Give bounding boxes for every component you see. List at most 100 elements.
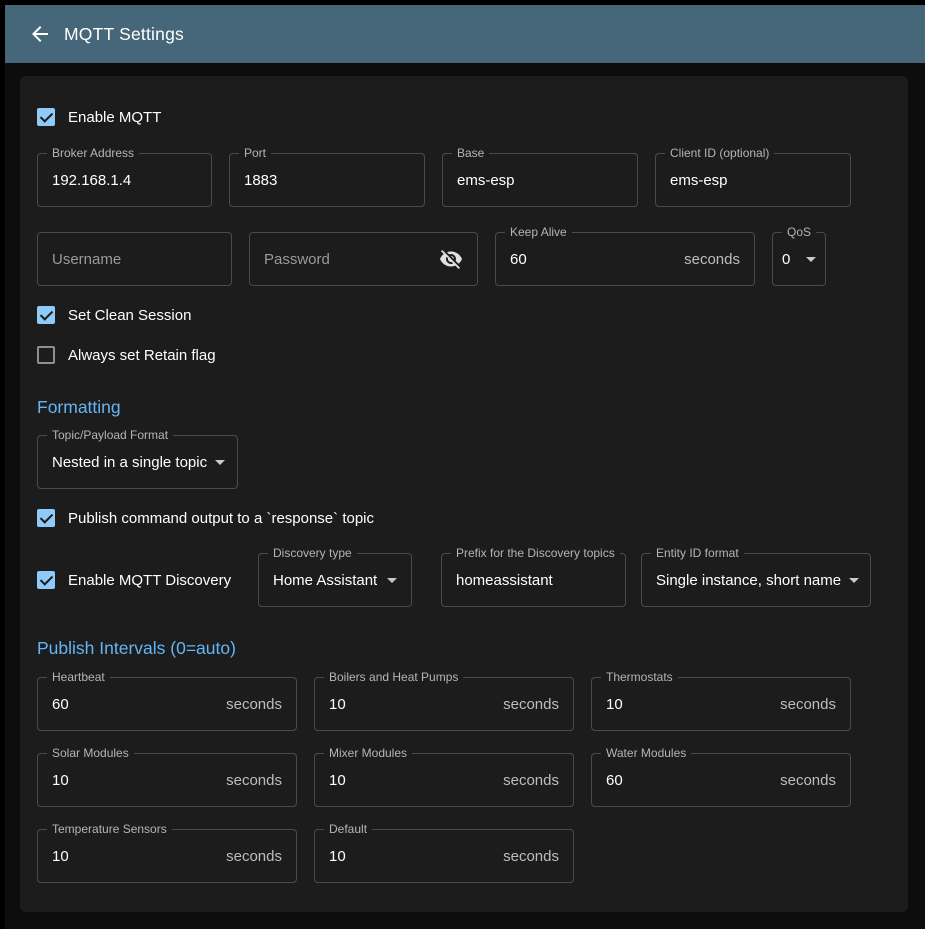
- broker-address-field[interactable]: Broker Address 192.168.1.4: [37, 153, 212, 207]
- select-value: 0: [782, 251, 798, 268]
- field-label: Port: [239, 145, 271, 162]
- discovery-row: Enable MQTT Discovery Discovery type Hom…: [37, 553, 888, 607]
- entity-id-format-select[interactable]: Entity ID format Single instance, short …: [641, 553, 871, 607]
- chevron-down-icon: [387, 578, 397, 583]
- username-placeholder: Username: [52, 251, 217, 268]
- enable-discovery-checkbox[interactable]: [37, 571, 55, 589]
- enable-mqtt-checkbox[interactable]: [37, 108, 55, 126]
- field-label: Heartbeat: [47, 669, 110, 686]
- port-field[interactable]: Port 1883: [229, 153, 425, 207]
- discovery-type-select[interactable]: Discovery type Home Assistant: [258, 553, 412, 607]
- publish-response-label: Publish command output to a `response` t…: [68, 510, 374, 527]
- field-unit: seconds: [226, 848, 282, 865]
- field-label: Broker Address: [47, 145, 139, 162]
- visibility-off-icon[interactable]: [439, 247, 463, 271]
- password-placeholder: Password: [264, 251, 439, 268]
- interval-field-boilers[interactable]: Boilers and Heat Pumps 10 seconds: [314, 677, 574, 731]
- select-value: Nested in a single topic: [52, 454, 207, 471]
- retain-flag-checkbox[interactable]: [37, 346, 55, 364]
- field-label: Boilers and Heat Pumps: [324, 669, 463, 686]
- field-label: Default: [324, 821, 372, 838]
- field-value: 10: [606, 696, 780, 713]
- topic-format-row: Topic/Payload Format Nested in a single …: [37, 435, 888, 489]
- interval-field-temperature-sensors[interactable]: Temperature Sensors 10 seconds: [37, 829, 297, 883]
- field-label: Topic/Payload Format: [47, 427, 173, 444]
- field-value: 60: [52, 696, 226, 713]
- publish-response-row: Publish command output to a `response` t…: [37, 508, 888, 528]
- field-value: 10: [329, 772, 503, 789]
- interval-field-default[interactable]: Default 10 seconds: [314, 829, 574, 883]
- field-value: 10: [329, 848, 503, 865]
- field-label: Client ID (optional): [665, 145, 774, 162]
- keep-alive-field[interactable]: Keep Alive 60 seconds: [495, 232, 755, 286]
- field-label: Thermostats: [601, 669, 678, 686]
- field-label: Keep Alive: [505, 224, 572, 241]
- back-arrow-icon[interactable]: [28, 22, 52, 46]
- field-unit: seconds: [780, 696, 836, 713]
- interval-field-solar[interactable]: Solar Modules 10 seconds: [37, 753, 297, 807]
- enable-mqtt-row: Enable MQTT: [37, 107, 888, 127]
- field-unit: seconds: [226, 696, 282, 713]
- chevron-down-icon: [849, 578, 859, 583]
- field-unit: seconds: [503, 772, 559, 789]
- settings-panel: Enable MQTT Broker Address 192.168.1.4 P…: [20, 76, 908, 912]
- publish-response-checkbox[interactable]: [37, 509, 55, 527]
- chevron-down-icon: [806, 257, 816, 262]
- field-value: 60: [606, 772, 780, 789]
- enable-mqtt-label: Enable MQTT: [68, 109, 161, 126]
- page-background: MQTT Settings Enable MQTT Broker Address…: [5, 5, 925, 929]
- field-label: Water Modules: [601, 745, 691, 762]
- field-unit: seconds: [503, 696, 559, 713]
- field-unit: seconds: [503, 848, 559, 865]
- topic-payload-format-select[interactable]: Topic/Payload Format Nested in a single …: [37, 435, 238, 489]
- retain-flag-row: Always set Retain flag: [37, 345, 888, 365]
- field-label: Solar Modules: [47, 745, 134, 762]
- field-unit: seconds: [226, 772, 282, 789]
- credentials-row: Username Password Keep Alive 60 seconds …: [37, 232, 888, 286]
- field-label: Discovery type: [268, 545, 357, 562]
- select-value: Single instance, short name: [656, 572, 841, 589]
- qos-select[interactable]: QoS 0: [772, 232, 826, 286]
- field-label: Prefix for the Discovery topics: [451, 545, 620, 562]
- field-label: Mixer Modules: [324, 745, 412, 762]
- enable-discovery-row: Enable MQTT Discovery: [37, 570, 258, 590]
- clean-session-row: Set Clean Session: [37, 305, 888, 325]
- field-value: 10: [329, 696, 503, 713]
- intervals-row-2: Solar Modules 10 seconds Mixer Modules 1…: [37, 753, 888, 807]
- intervals-row-1: Heartbeat 60 seconds Boilers and Heat Pu…: [37, 677, 888, 731]
- broker-row: Broker Address 192.168.1.4 Port 1883 Bas…: [37, 153, 888, 207]
- field-label: Base: [452, 145, 489, 162]
- intervals-row-3: Temperature Sensors 10 seconds Default 1…: [37, 829, 888, 883]
- page-title: MQTT Settings: [64, 24, 184, 45]
- base-field[interactable]: Base ems-esp: [442, 153, 638, 207]
- username-field[interactable]: Username: [37, 232, 232, 286]
- enable-discovery-label: Enable MQTT Discovery: [68, 572, 231, 589]
- client-id-field[interactable]: Client ID (optional) ems-esp: [655, 153, 851, 207]
- field-unit: seconds: [780, 772, 836, 789]
- chevron-down-icon: [215, 460, 225, 465]
- interval-field-mixer[interactable]: Mixer Modules 10 seconds: [314, 753, 574, 807]
- interval-field-thermostats[interactable]: Thermostats 10 seconds: [591, 677, 851, 731]
- field-value: homeassistant: [456, 572, 611, 589]
- publish-intervals-section-title: Publish Intervals (0=auto): [37, 638, 888, 658]
- field-value: ems-esp: [670, 172, 836, 189]
- field-unit: seconds: [684, 251, 740, 268]
- retain-flag-label: Always set Retain flag: [68, 347, 216, 364]
- clean-session-checkbox[interactable]: [37, 306, 55, 324]
- app-bar: MQTT Settings: [5, 5, 925, 63]
- field-value: 10: [52, 772, 226, 789]
- interval-field-water[interactable]: Water Modules 60 seconds: [591, 753, 851, 807]
- field-label: Temperature Sensors: [47, 821, 172, 838]
- field-value: 192.168.1.4: [52, 172, 197, 189]
- select-value: Home Assistant: [273, 572, 379, 589]
- field-label: Entity ID format: [651, 545, 744, 562]
- discovery-prefix-field[interactable]: Prefix for the Discovery topics homeassi…: [441, 553, 626, 607]
- field-value: ems-esp: [457, 172, 623, 189]
- password-field[interactable]: Password: [249, 232, 478, 286]
- interval-field-heartbeat[interactable]: Heartbeat 60 seconds: [37, 677, 297, 731]
- clean-session-label: Set Clean Session: [68, 307, 191, 324]
- formatting-section-title: Formatting: [37, 397, 888, 417]
- field-value: 10: [52, 848, 226, 865]
- field-value: 60: [510, 251, 684, 268]
- field-label: QoS: [782, 224, 816, 241]
